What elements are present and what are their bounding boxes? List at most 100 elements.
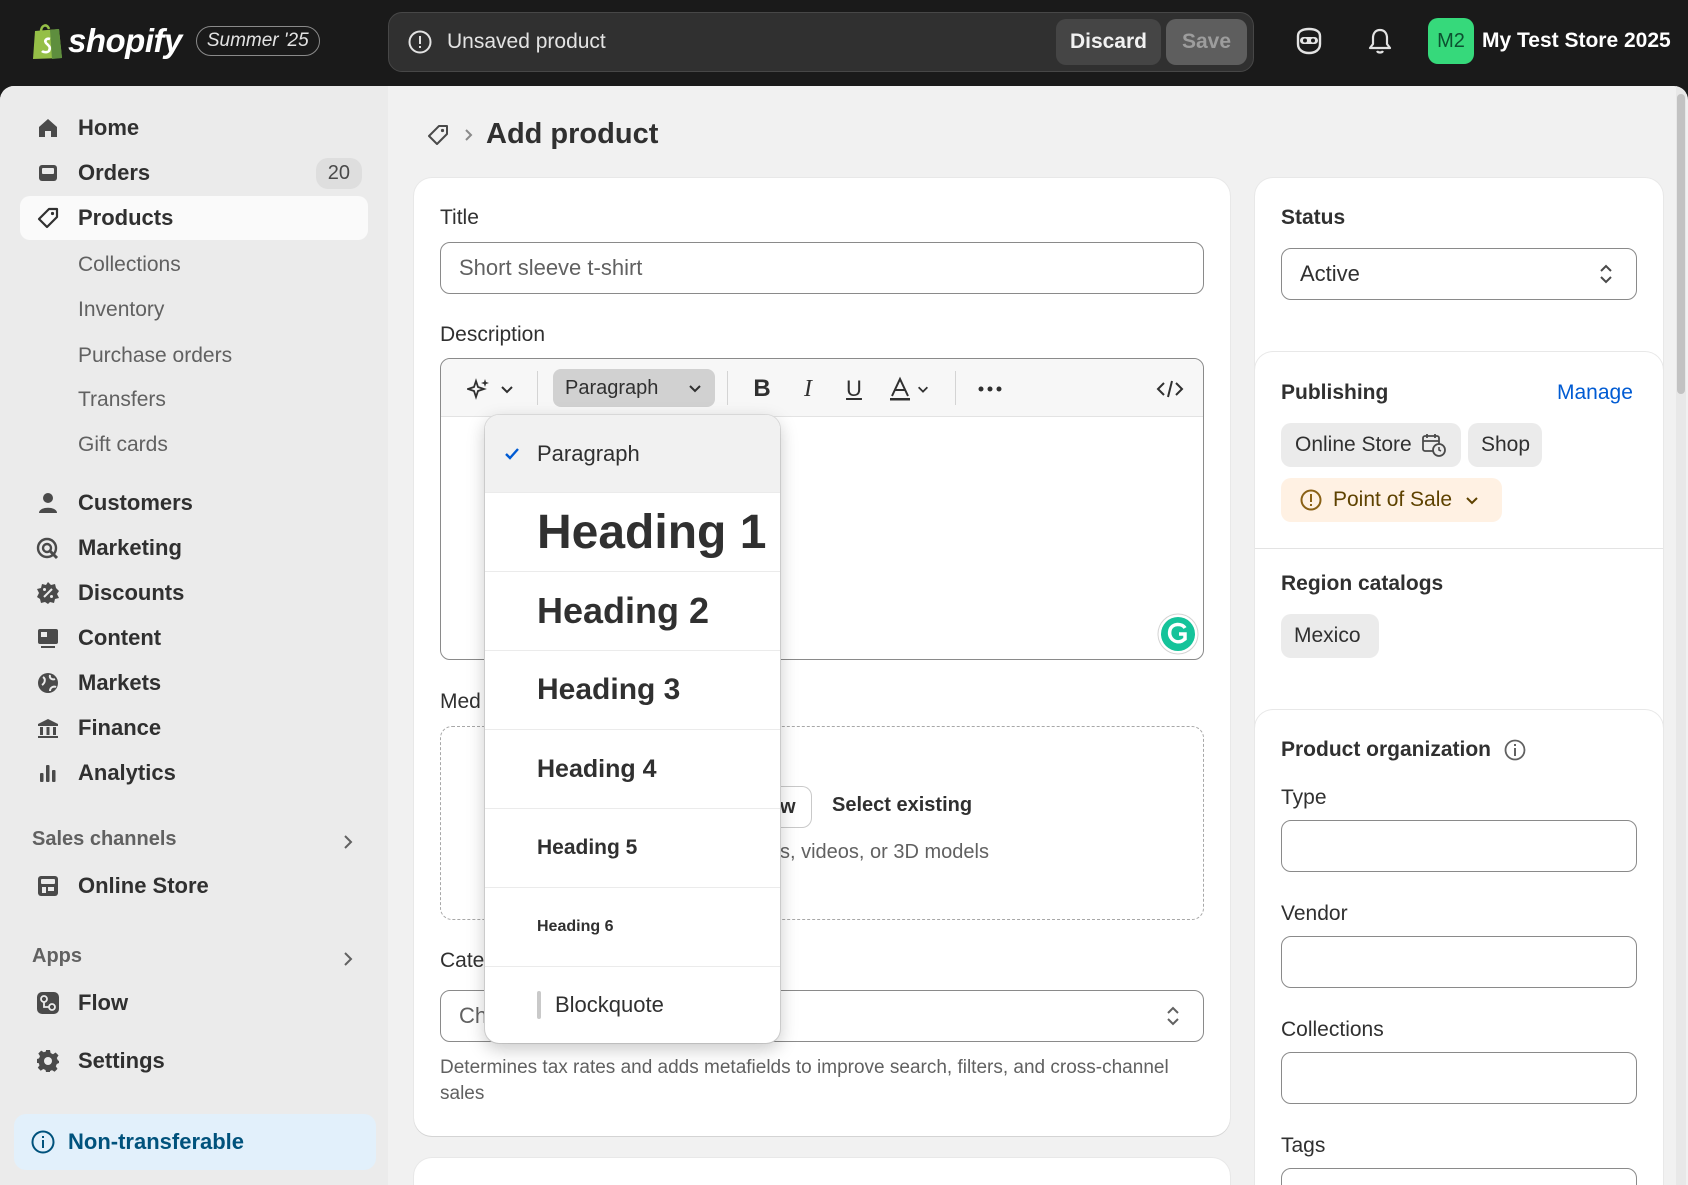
sidebar-item-flow[interactable]: Flow (20, 981, 368, 1025)
format-option-heading-5[interactable]: Heading 5 (485, 809, 780, 888)
select-arrows-icon (1600, 264, 1612, 284)
manage-link[interactable]: Manage (1557, 381, 1633, 405)
card-divider (1255, 548, 1663, 549)
format-option-label: Heading 1 (537, 505, 767, 559)
sidebar-item-orders[interactable]: Orders 20 (20, 151, 368, 195)
sidebar-item-home[interactable]: Home (20, 106, 368, 150)
unsaved-text: Unsaved product (447, 30, 606, 53)
italic-button[interactable]: I (793, 373, 823, 405)
sidebar-subitem-purchase-orders[interactable]: Purchase orders (78, 344, 232, 368)
tag-icon (37, 207, 59, 229)
region-mexico[interactable]: Mexico (1281, 614, 1379, 658)
gear-icon (37, 1050, 59, 1072)
sidebar-item-markets[interactable]: Markets (20, 661, 368, 705)
scrollbar-thumb[interactable] (1677, 94, 1685, 394)
format-option-label: Heading 3 (537, 673, 681, 706)
ai-generate-button[interactable] (461, 373, 521, 405)
format-option-heading-6[interactable]: Heading 6 (485, 888, 780, 967)
bar-chart-icon (40, 765, 56, 782)
bold-button[interactable]: B (747, 373, 777, 405)
breadcrumb: Add product (426, 118, 658, 151)
sidebar-item-analytics[interactable]: Analytics (20, 751, 368, 795)
sidebar-item-content[interactable]: Content (20, 616, 368, 660)
sidebar-item-discounts[interactable]: Discounts (20, 571, 368, 615)
brand-name: shopify (68, 22, 182, 59)
code-icon (1156, 380, 1184, 398)
format-option-paragraph[interactable]: Paragraph (485, 415, 780, 493)
vendor-input[interactable] (1281, 936, 1637, 988)
select-arrows-icon (1167, 1006, 1179, 1026)
tags-input[interactable] (1281, 1168, 1637, 1185)
channel-online-store[interactable]: Online Store (1281, 423, 1461, 467)
sidebar-item-products[interactable]: Products (20, 196, 368, 240)
sidebar-subitem-inventory[interactable]: Inventory (78, 298, 164, 322)
sidebar-subitem-transfers[interactable]: Transfers (78, 388, 166, 412)
shopify-logo[interactable]: shopify Summer '25 (30, 22, 320, 60)
top-bar: shopify Summer '25 Unsaved product Disca… (0, 0, 1688, 86)
sidebar-subitem-gift-cards[interactable]: Gift cards (78, 433, 168, 457)
scrollbar-track[interactable] (1676, 86, 1686, 1185)
publishing-card (1255, 352, 1663, 770)
store-name: My Test Store 2025 (1482, 29, 1671, 52)
select-existing-button[interactable]: Select existing (832, 794, 972, 817)
format-option-heading-4[interactable]: Heading 4 (485, 730, 780, 809)
content-icon (38, 629, 58, 648)
status-label: Status (1281, 206, 1346, 229)
sidebar-item-online-store[interactable]: Online Store (20, 864, 368, 908)
html-code-button[interactable] (1155, 373, 1185, 405)
title-placeholder: Short sleeve t-shirt (459, 255, 643, 280)
media-label: Med (440, 690, 481, 713)
format-option-heading-3[interactable]: Heading 3 (485, 651, 780, 730)
orders-icon (39, 165, 57, 181)
more-options-button[interactable] (975, 373, 1005, 405)
status-select[interactable]: Active (1281, 248, 1637, 300)
type-input[interactable] (1281, 820, 1637, 872)
alert-circle-icon (408, 30, 432, 54)
store-menu[interactable]: M2 My Test Store 2025 (1428, 18, 1671, 64)
pos-label: Point of Sale (1333, 488, 1453, 511)
toolbar-divider (537, 371, 538, 405)
media-hint: s, videos, or 3D models (780, 841, 989, 863)
format-option-label: Blockquote (555, 992, 664, 1017)
checkmark-icon (505, 447, 519, 460)
chevron-down-icon (918, 386, 928, 393)
sidebar-subitem-collections[interactable]: Collections (78, 253, 181, 277)
text-format-select[interactable]: Paragraph (553, 369, 715, 407)
status-value: Active (1300, 261, 1360, 286)
discard-button[interactable]: Discard (1055, 19, 1161, 65)
non-transferable-label: Non-transferable (68, 1129, 245, 1154)
flow-icon (37, 992, 59, 1014)
product-organization-label: Product organization (1281, 738, 1491, 761)
channel-shop[interactable]: Shop (1468, 423, 1542, 467)
title-input[interactable]: Short sleeve t-shirt (440, 242, 1204, 294)
save-button[interactable]: Save (1165, 19, 1247, 65)
tag-icon[interactable] (426, 123, 450, 147)
page-title: Add product (486, 118, 659, 150)
bell-icon[interactable] (1365, 26, 1395, 56)
collections-input[interactable] (1281, 1052, 1637, 1104)
sidebar-item-marketing[interactable]: Marketing (20, 526, 368, 570)
non-transferable-banner[interactable]: Non-transferable (14, 1114, 376, 1170)
apps-heading: Apps (32, 945, 82, 967)
edition-badge[interactable]: Summer '25 (195, 26, 320, 56)
grammarly-icon[interactable] (1157, 613, 1199, 655)
text-color-button[interactable] (883, 373, 935, 405)
channel-point-of-sale[interactable]: Point of Sale (1281, 478, 1502, 522)
upload-new-label: w (780, 795, 796, 818)
text-format-menu: Paragraph Heading 1 Heading 2 Heading 3 … (485, 415, 780, 1043)
sparkle-icon (467, 378, 489, 400)
underline-button[interactable]: U (839, 373, 869, 405)
sidekick-icon[interactable] (1294, 26, 1324, 56)
ellipsis-icon (978, 386, 1002, 392)
vendor-label: Vendor (1281, 902, 1348, 925)
format-option-blockquote[interactable]: Blockquote (485, 967, 780, 1043)
info-icon[interactable] (1503, 738, 1527, 762)
category-help-text: Determines tax rates and adds metafields… (440, 1057, 1169, 1104)
sidebar-item-finance[interactable]: Finance (20, 706, 368, 750)
next-card (414, 1158, 1230, 1185)
sidebar-item-settings[interactable]: Settings (20, 1039, 368, 1083)
sidebar-item-customers[interactable]: Customers (20, 481, 368, 525)
format-option-heading-1[interactable]: Heading 1 (485, 493, 780, 572)
format-option-heading-2[interactable]: Heading 2 (485, 572, 780, 651)
chevron-down-icon (689, 385, 701, 393)
